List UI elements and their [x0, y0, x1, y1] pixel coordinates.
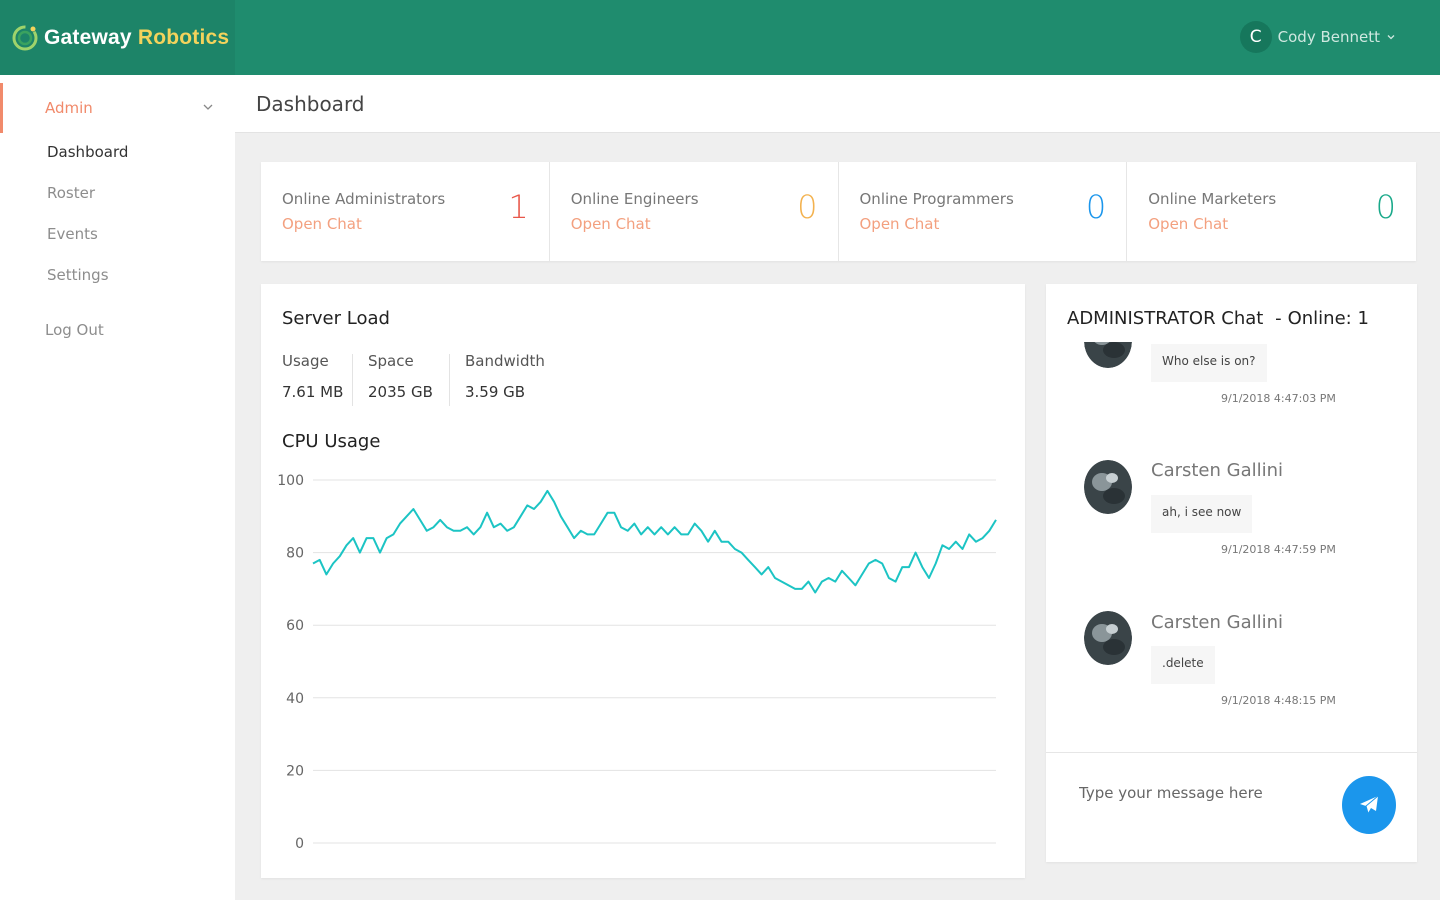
chat-message-input[interactable]: [1079, 784, 1329, 802]
open-chat-link[interactable]: Open Chat: [1148, 215, 1228, 233]
server-load-card: Server Load Usage 7.61 MB Space 2035 GB …: [261, 284, 1025, 878]
chat-message-text: ah, i see now: [1151, 495, 1253, 533]
chat-messages[interactable]: Who else is on? 9/1/2018 4:47:03 PM Cars…: [1046, 342, 1417, 752]
stat-count: 0: [1375, 188, 1396, 226]
brand-name-part1: Gateway: [44, 25, 132, 49]
sidebar-group-label: Admin: [45, 99, 93, 117]
stat-label: Online Administrators: [282, 190, 446, 208]
stat-card-marketers: Online Marketers Open Chat 0: [1127, 162, 1416, 261]
chat-timestamp: 9/1/2018 4:47:59 PM: [1221, 543, 1336, 556]
user-menu[interactable]: C Cody Bennett: [1239, 20, 1396, 54]
send-button[interactable]: [1342, 776, 1396, 834]
admin-chat-card: ADMINISTRATOR Chat - Online: 1 Who else i…: [1046, 284, 1417, 862]
chat-message-text: .delete: [1151, 646, 1215, 684]
chat-author: Carsten Gallini: [1151, 612, 1284, 633]
sidebar: Admin Dashboard Roster Events Settings L…: [0, 75, 235, 900]
chevron-down-icon: [203, 104, 213, 110]
sidebar-item-settings[interactable]: Settings: [47, 266, 109, 284]
online-stats: Online Administrators Open Chat 1 Online…: [261, 162, 1416, 261]
y-tick-label: 100: [277, 473, 304, 489]
gear-icon: [12, 25, 38, 50]
user-name: Cody Bennett: [1277, 28, 1380, 46]
y-tick-label: 80: [286, 546, 304, 562]
chat-timestamp: 9/1/2018 4:48:15 PM: [1221, 694, 1336, 707]
brand-name-part2: Robotics: [137, 25, 230, 49]
y-tick-label: 0: [295, 836, 304, 852]
avatar: [1084, 611, 1132, 665]
y-tick-label: 20: [286, 763, 304, 779]
page-title: Dashboard: [256, 92, 365, 116]
stat-count: 1: [508, 188, 529, 226]
brand-name: Gateway Robotics: [44, 26, 229, 50]
chevron-down-icon: [1387, 35, 1395, 40]
avatar: C: [1239, 21, 1272, 53]
stat-card-programmers: Online Programmers Open Chat 0: [839, 162, 1128, 261]
open-chat-link[interactable]: Open Chat: [860, 215, 940, 233]
cpu-usage-chart: 0 20 40 60 80 100: [277, 473, 997, 852]
chat-message-text: Who else is on?: [1151, 344, 1267, 382]
stat-label: Online Engineers: [570, 190, 699, 208]
page-header: Dashboard: [235, 75, 1440, 133]
stat-count: 0: [1085, 188, 1107, 226]
chat-title-separator: -: [1275, 308, 1282, 329]
sidebar-group-admin[interactable]: Admin: [0, 83, 235, 133]
open-chat-link[interactable]: Open Chat: [282, 215, 362, 233]
open-chat-link[interactable]: Open Chat: [571, 215, 651, 233]
sidebar-item-dashboard[interactable]: Dashboard: [47, 143, 128, 161]
chat-title-text: ADMINISTRATOR Chat: [1067, 308, 1264, 329]
chat-divider: [1046, 752, 1417, 753]
cpu-series-line: [312, 489, 997, 594]
stat-count: 0: [797, 188, 818, 226]
stat-label: Online Marketers: [1148, 190, 1277, 208]
chat-author: Carsten Gallini: [1151, 460, 1284, 481]
sidebar-item-roster[interactable]: Roster: [47, 184, 95, 202]
brand[interactable]: Gateway Robotics: [0, 0, 235, 75]
avatar: [1084, 342, 1132, 368]
stat-label: Online Programmers: [859, 190, 1014, 208]
y-tick-label: 60: [286, 618, 304, 634]
top-navbar: Gateway Robotics C Cody Bennett: [0, 0, 1440, 75]
chat-timestamp: 9/1/2018 4:47:03 PM: [1221, 392, 1336, 405]
avatar: [1084, 460, 1132, 514]
logout-link[interactable]: Log Out: [45, 321, 104, 339]
chat-title: ADMINISTRATOR Chat - Online: 1: [1067, 308, 1369, 329]
stat-card-administrators: Online Administrators Open Chat 1: [261, 162, 550, 261]
chat-online-count: Online: 1: [1287, 308, 1369, 329]
stat-card-engineers: Online Engineers Open Chat 0: [550, 162, 839, 261]
paper-plane-icon: [1360, 795, 1379, 814]
sidebar-item-events[interactable]: Events: [47, 225, 98, 243]
y-tick-label: 40: [286, 691, 304, 707]
